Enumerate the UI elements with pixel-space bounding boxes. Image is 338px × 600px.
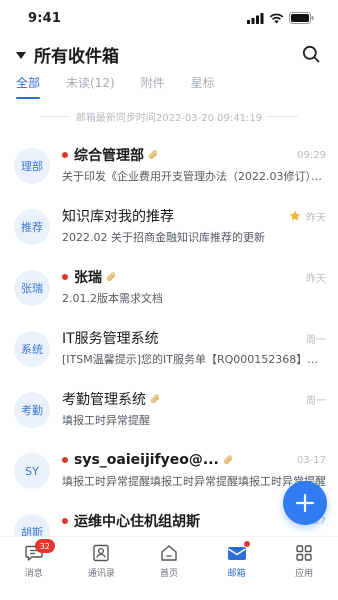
mail-item[interactable]: 理部 综合管理部 09:29 关于印发《企业费用开支管理办法（2022.03修订… (0, 136, 338, 197)
mail-time: 周一 (306, 334, 326, 346)
avatar: 考勤 (14, 392, 50, 428)
mail-time: 周一 (306, 395, 326, 407)
mail-preview: 2.01.2版本需求文档 (62, 292, 163, 305)
avatar: 理部 (14, 148, 50, 184)
mail-time: 09:29 (297, 149, 326, 161)
bottom-nav: 32 消息 通讯录 首页 邮箱 应用 (0, 536, 338, 600)
tab-unread[interactable]: 未读(12) (66, 74, 115, 102)
search-button[interactable] (300, 43, 322, 65)
status-time: 9:41 (28, 10, 62, 26)
unread-count-badge: 32 (34, 539, 55, 553)
avatar: 推荐 (14, 209, 50, 245)
nav-label: 消息 (24, 569, 43, 579)
unread-dot (62, 152, 68, 158)
signal-icon (247, 12, 264, 24)
mail-preview: 填报工时异常提醒填报工时异常提醒填报工时异常提醒 (62, 475, 326, 488)
tab-attachments[interactable]: 附件 (141, 74, 165, 102)
contacts-icon (93, 544, 110, 562)
mail-time: 昨天 (306, 212, 326, 224)
unread-dot (62, 518, 68, 524)
divider (268, 115, 299, 117)
mail-sender: 综合管理部 (74, 148, 144, 164)
avatar: SY (14, 453, 50, 489)
nav-label: 应用 (295, 569, 314, 579)
nav-item-contacts[interactable]: 通讯录 (68, 537, 136, 600)
mail-sender: sys_oaieijifyeo@... (74, 452, 219, 468)
nav-item-mail[interactable]: 邮箱 (203, 537, 271, 600)
mail-sender: IT服务管理系统 (62, 331, 159, 347)
sync-time-text: 邮箱最新同步时间2022-03-20 09:41:19 (75, 112, 263, 124)
attachment-icon (148, 149, 159, 161)
search-icon (302, 45, 320, 63)
avatar: 张瑞 (14, 270, 50, 306)
plus-icon (295, 493, 315, 513)
mail-preview: 填报工时异常提醒 (62, 414, 150, 427)
tab-starred[interactable]: 星标 (191, 74, 215, 102)
avatar: 系统 (14, 331, 50, 367)
page-title[interactable]: 所有收件箱 (34, 42, 300, 67)
mail-preview: [ITSM温馨提示]您的IT服务单【RQ000152368】已处理完成 (62, 353, 326, 366)
apps-icon (296, 545, 312, 561)
nav-label: 首页 (159, 569, 178, 579)
nav-label: 邮箱 (227, 569, 246, 579)
mail-sender: 知识库对我的推荐 (62, 209, 174, 225)
mail-item[interactable]: 张瑞 张瑞 昨天 2.01.2版本需求文档 (0, 258, 338, 319)
wifi-icon (269, 13, 284, 23)
status-bar: 9:41 (0, 0, 338, 36)
mail-sender: 张瑞 (74, 270, 102, 286)
compose-button[interactable] (283, 481, 327, 525)
mail-item[interactable]: 考勤 考勤管理系统 周一 填报工时异常提醒 (0, 380, 338, 441)
unread-dot (62, 457, 68, 463)
unread-dot (62, 274, 68, 280)
mail-time: 03-17 (296, 454, 326, 466)
inbox-switch-caret-icon[interactable] (16, 51, 26, 59)
header: 所有收件箱 (0, 36, 338, 72)
mail-item[interactable]: 推荐 知识库对我的推荐 昨天 2022.02 关于招商金融知识库推荐的更新 (0, 197, 338, 258)
mail-sender: 考勤管理系统 (62, 392, 146, 408)
attachment-icon (150, 393, 161, 405)
tab-all[interactable]: 全部 (16, 74, 41, 102)
mail-icon (227, 547, 246, 560)
home-icon (161, 545, 177, 561)
mail-item[interactable]: 系统 IT服务管理系统 周一 [ITSM温馨提示]您的IT服务单【RQ00015… (0, 319, 338, 380)
divider (39, 115, 70, 117)
mail-notification-dot (243, 541, 250, 547)
nav-item-home[interactable]: 首页 (135, 537, 203, 600)
nav-label: 通讯录 (87, 569, 115, 579)
sync-status: 邮箱最新同步时间2022-03-20 09:41:19 (0, 102, 338, 130)
mail-sender: 运维中心住机组胡斯 (74, 514, 200, 530)
mail-preview: 2022.02 关于招商金融知识库推荐的更新 (62, 231, 265, 244)
mail-time: 昨天 (306, 273, 326, 285)
star-icon[interactable] (289, 210, 301, 222)
attachment-icon (106, 271, 117, 283)
attachment-icon (223, 454, 234, 466)
battery-icon (289, 12, 314, 24)
filter-tabs: 全部 未读(12) 附件 星标 (0, 74, 338, 102)
nav-item-apps[interactable]: 应用 (270, 537, 338, 600)
nav-item-messages[interactable]: 32 消息 (0, 537, 68, 600)
mail-preview: 关于印发《企业费用开支管理办法（2022.03修订）》的通知 (62, 170, 326, 183)
status-icons (247, 12, 314, 24)
